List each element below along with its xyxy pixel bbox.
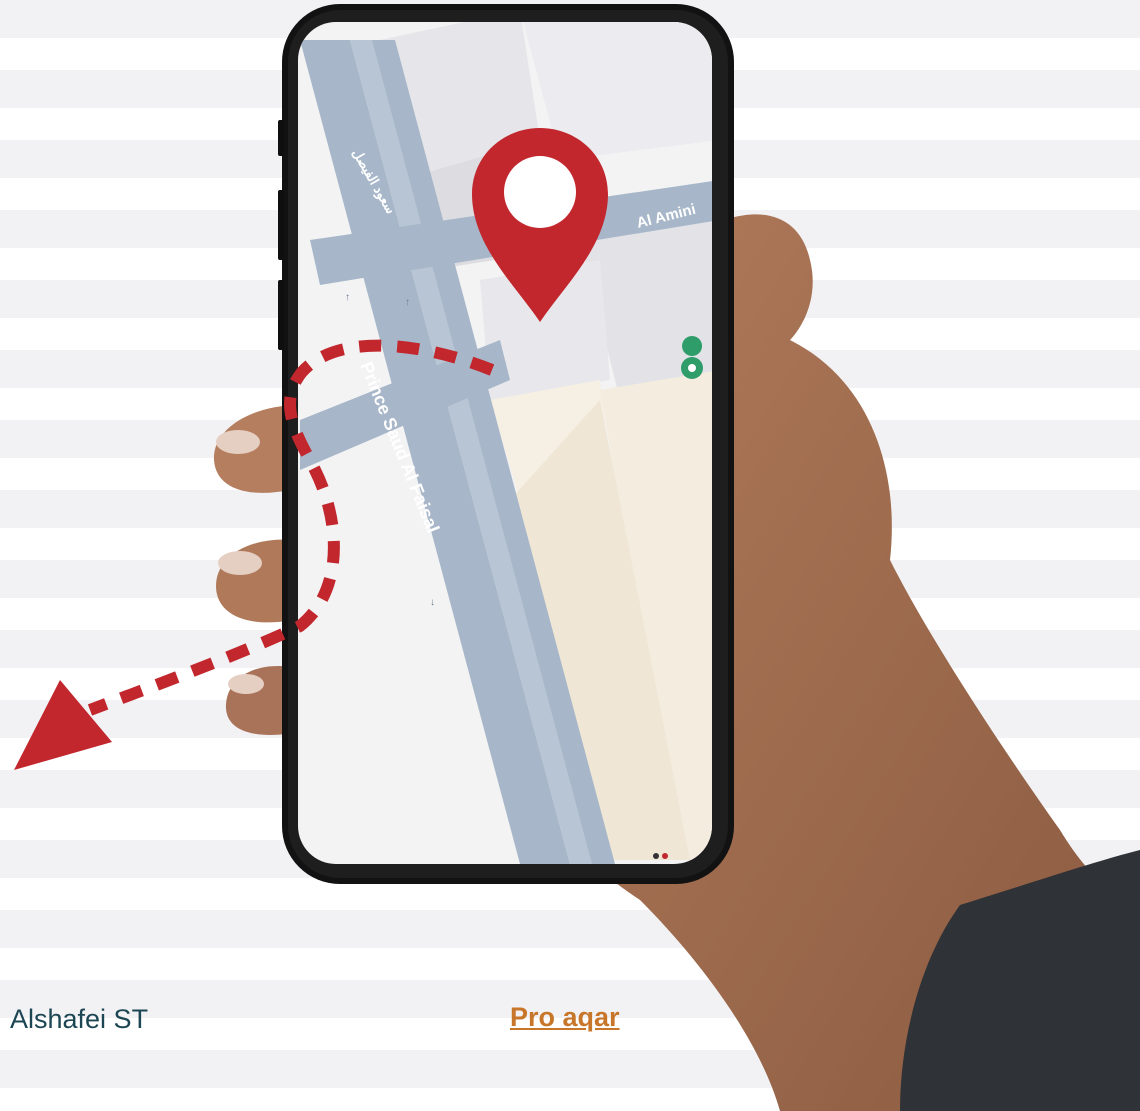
road-arrow: ↑ — [405, 297, 410, 308]
road-arrow: ↑ — [345, 292, 350, 303]
brand-link[interactable]: Pro aqar — [510, 1002, 620, 1033]
road-arrow: ↓ — [430, 597, 435, 608]
scene: Prince Saud Al Faisal Al Amini سعود الفي… — [14, 4, 1140, 1111]
location-label: Alshafei ST — [10, 1004, 149, 1034]
